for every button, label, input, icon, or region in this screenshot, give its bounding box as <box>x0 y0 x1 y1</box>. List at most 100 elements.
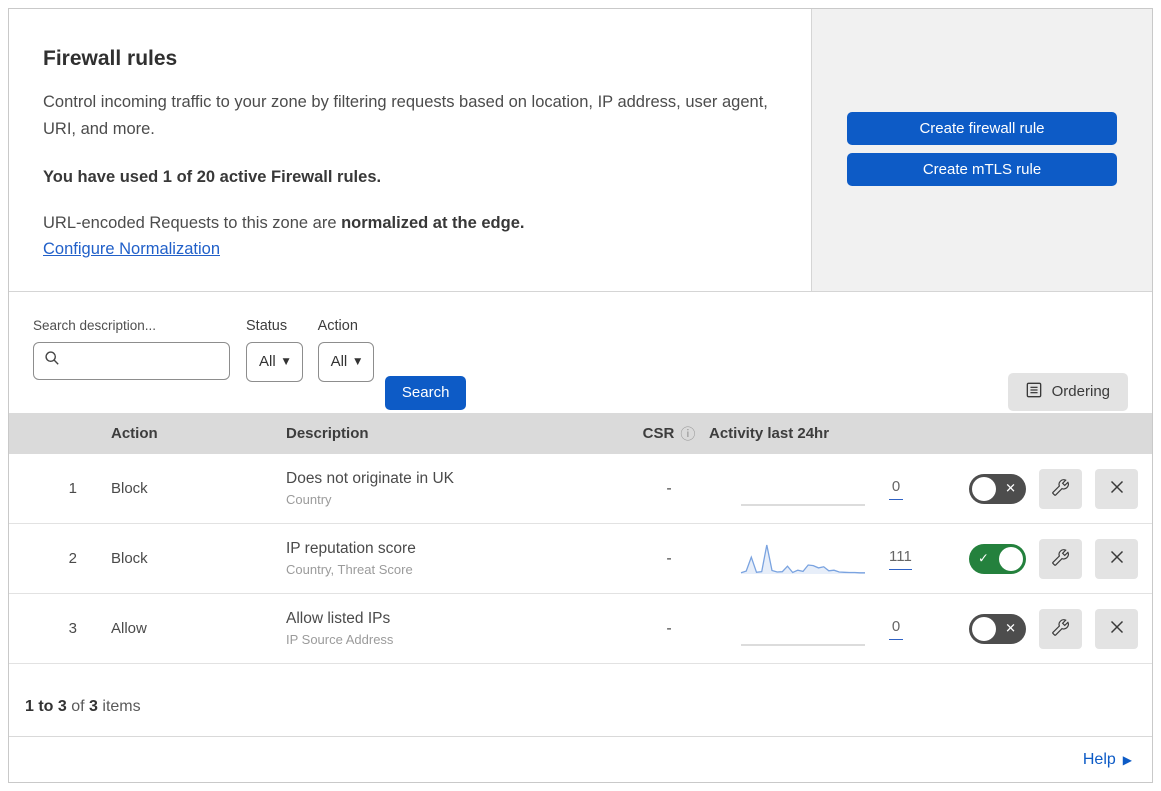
rule-action: Block <box>111 550 148 568</box>
activity-sparkline <box>740 544 865 574</box>
normalization-bold: normalized at the edge. <box>341 214 525 233</box>
wrench-icon <box>1052 549 1069 569</box>
csr-column-header: CSR ⓘ <box>629 423 709 444</box>
cta-panel: Create firewall rule Create mTLS rule <box>811 9 1152 291</box>
table-row: 2 Block IP reputation score Country, Thr… <box>9 524 1154 595</box>
rule-activity-cell: 0 <box>709 468 959 510</box>
rule-description-cell: Allow listed IPs IP Source Address <box>274 610 629 647</box>
rule-description-cell: IP reputation score Country, Threat Scor… <box>274 540 629 577</box>
rule-activity-cell: 111 <box>709 538 959 580</box>
delete-rule-button[interactable] <box>1095 538 1138 579</box>
page-description: Control incoming traffic to your zone by… <box>43 93 768 138</box>
edit-rule-button[interactable] <box>1039 468 1082 509</box>
rule-csr: - <box>666 619 672 637</box>
rule-activity-cell: 0 <box>709 608 959 650</box>
header-section: Firewall rules Control incoming traffic … <box>9 9 1152 292</box>
create-firewall-rule-button[interactable]: Create firewall rule <box>847 112 1117 145</box>
range-text: 1 to 3 <box>25 698 67 716</box>
of-text: of <box>66 698 90 716</box>
create-mtls-rule-button[interactable]: Create mTLS rule <box>847 153 1117 186</box>
close-icon <box>1109 479 1125 498</box>
table-row: 1 Block Does not originate in UK Country… <box>9 454 1154 525</box>
rule-action: Allow <box>111 620 147 638</box>
rule-priority: 2 <box>68 550 77 568</box>
action-dropdown[interactable]: All ▼ <box>317 341 375 382</box>
normalization-note: URL-encoded Requests to this zone are no… <box>43 214 771 233</box>
enable-toggle[interactable]: ✓ <box>969 543 1026 574</box>
rule-csr: - <box>666 549 672 567</box>
rule-csr: - <box>666 479 672 497</box>
help-link[interactable]: Help ▶ <box>1083 751 1132 769</box>
action-filter-group: Action All ▼ <box>317 317 375 382</box>
status-label: Status <box>246 317 288 334</box>
search-button[interactable]: Search <box>385 375 467 410</box>
ordering-button[interactable]: Ordering <box>1007 372 1128 411</box>
close-icon <box>1109 619 1125 638</box>
rule-description: IP reputation score <box>286 540 416 558</box>
toggle-state-icon: ✕ <box>1005 481 1016 497</box>
rule-action: Block <box>111 480 148 498</box>
wrench-icon <box>1052 479 1069 499</box>
activity-count-link[interactable]: 111 <box>889 548 912 570</box>
rule-controls: ✕ <box>959 608 1154 649</box>
toggle-state-icon: ✓ <box>978 551 989 567</box>
configure-normalization-link[interactable]: Configure Normalization <box>43 240 220 259</box>
rule-controls: ✕ <box>959 468 1154 509</box>
activity-sparkline <box>741 644 865 646</box>
enable-toggle[interactable]: ✕ <box>969 613 1026 644</box>
total-count: 3 <box>89 698 98 716</box>
pagination-summary: 1 to 3 of 3 items <box>9 664 1152 736</box>
ordering-button-label: Ordering <box>1051 383 1110 401</box>
normalization-prefix: URL-encoded Requests to this zone are <box>43 214 342 233</box>
rule-description-cell: Does not originate in UK Country <box>274 470 629 507</box>
activity-count-link[interactable]: 0 <box>889 478 903 500</box>
close-icon <box>1109 549 1125 568</box>
help-arrow-icon: ▶ <box>1122 752 1132 767</box>
description-column-header: Description <box>286 424 369 442</box>
table-header: Action Description CSR ⓘ Activity last 2… <box>9 412 1152 455</box>
ordering-list-icon <box>1026 382 1042 402</box>
status-filter-group: Status All ▼ <box>246 318 303 382</box>
wrench-icon <box>1052 619 1069 639</box>
action-value: All <box>330 353 348 371</box>
delete-rule-button[interactable] <box>1095 468 1138 509</box>
delete-rule-button[interactable] <box>1095 608 1138 649</box>
toggle-knob <box>972 476 996 501</box>
help-label: Help <box>1082 750 1116 768</box>
toggle-knob <box>972 616 996 641</box>
rule-criteria: Country <box>286 492 332 508</box>
toggle-knob <box>999 546 1023 571</box>
search-group: Search description... <box>33 317 249 380</box>
rule-criteria: Country, Threat Score <box>286 562 413 578</box>
items-text: items <box>97 698 141 716</box>
table-body: 1 Block Does not originate in UK Country… <box>9 454 1154 665</box>
action-label: Action <box>317 317 358 334</box>
activity-count-link[interactable]: 0 <box>889 618 903 640</box>
toggle-state-icon: ✕ <box>1005 621 1016 637</box>
rule-controls: ✓ <box>959 538 1154 579</box>
table-row: 3 Allow Allow listed IPs IP Source Addre… <box>9 594 1154 665</box>
rule-criteria: IP Source Address <box>286 632 394 648</box>
action-column-header: Action <box>111 424 158 442</box>
edit-rule-button[interactable] <box>1039 608 1082 649</box>
status-dropdown[interactable]: All ▼ <box>246 341 303 382</box>
info-icon[interactable]: ⓘ <box>680 423 695 444</box>
enable-toggle[interactable]: ✕ <box>969 473 1026 504</box>
search-box[interactable] <box>33 341 249 380</box>
page-title: Firewall rules <box>43 47 178 70</box>
search-label: Search description... <box>33 317 157 333</box>
rule-description: Allow listed IPs <box>286 610 391 628</box>
firewall-rules-page: Firewall rules Control incoming traffic … <box>8 8 1153 783</box>
rule-priority: 3 <box>68 620 77 638</box>
search-input[interactable] <box>68 352 249 369</box>
intro-block: Firewall rules Control incoming traffic … <box>9 9 811 291</box>
csr-column-label: CSR <box>642 424 675 442</box>
usage-summary: You have used 1 of 20 active Firewall ru… <box>43 168 382 187</box>
status-value: All <box>259 353 276 371</box>
rule-description: Does not originate in UK <box>286 470 455 488</box>
rule-priority: 1 <box>68 480 77 498</box>
chevron-down-icon: ▼ <box>282 356 290 367</box>
activity-sparkline <box>741 504 865 506</box>
edit-rule-button[interactable] <box>1039 538 1082 579</box>
help-row: Help ▶ <box>9 736 1152 782</box>
